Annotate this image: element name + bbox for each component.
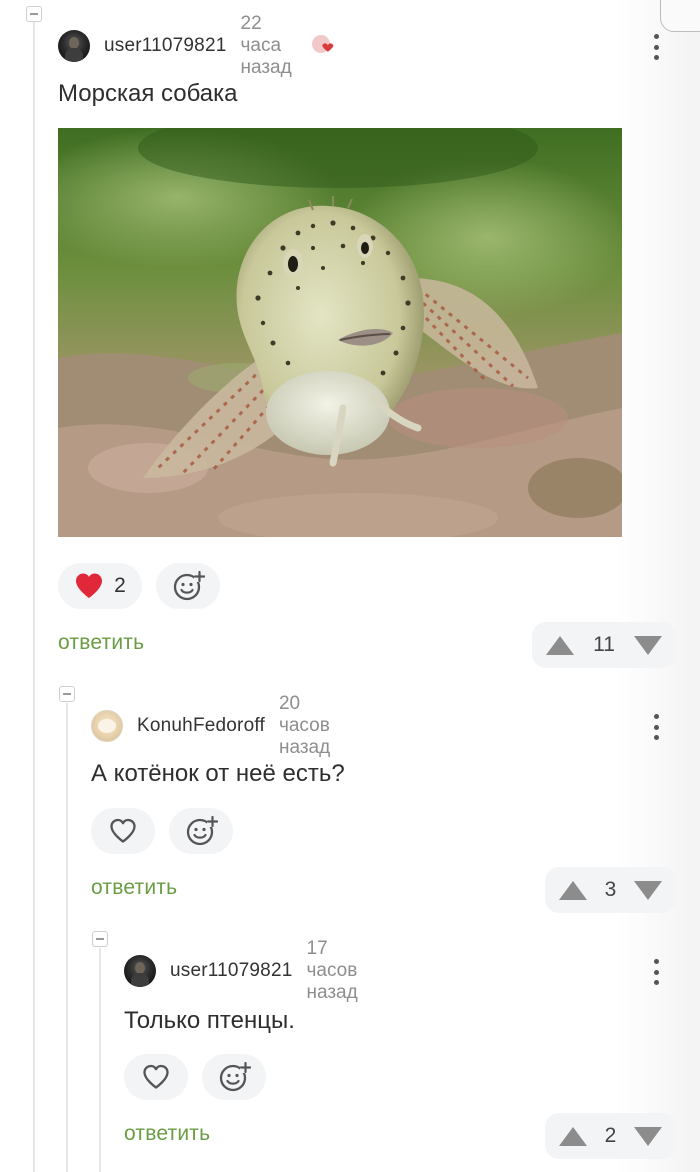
timestamp: 20 часов назад: [278, 693, 331, 758]
add-reaction-icon: [217, 1060, 252, 1094]
thread-line-level2[interactable]: [99, 948, 101, 1172]
comment-text: Только птенцы.: [124, 1007, 295, 1034]
downvote-icon[interactable]: [634, 880, 662, 900]
username[interactable]: KonuhFedoroff: [137, 715, 265, 737]
heart-badge-icon: [310, 32, 338, 60]
upvote-icon[interactable]: [559, 1126, 587, 1146]
vote-widget: 2: [545, 1113, 676, 1159]
add-reaction-button[interactable]: [202, 1054, 266, 1100]
downvote-icon[interactable]: [634, 635, 662, 655]
like-button[interactable]: [91, 808, 155, 854]
thread-line-root[interactable]: [33, 22, 35, 1172]
more-icon[interactable]: [653, 34, 659, 60]
username[interactable]: user11079821: [170, 960, 293, 982]
username[interactable]: user11079821: [104, 35, 227, 57]
comment-header: user11079821 22 часа назад: [58, 13, 338, 78]
upvote-icon[interactable]: [546, 635, 574, 655]
add-reaction-icon: [184, 814, 219, 848]
more-icon[interactable]: [653, 959, 659, 985]
heart-icon: [74, 572, 104, 600]
reply-button[interactable]: ответить: [124, 1122, 210, 1146]
add-reaction-button[interactable]: [156, 563, 220, 609]
score: 2: [604, 1124, 617, 1147]
score: 11: [593, 633, 615, 656]
reply-button[interactable]: ответить: [91, 876, 177, 900]
reply-button[interactable]: ответить: [58, 631, 144, 655]
vote-widget: 11: [532, 622, 676, 668]
window-corner: [660, 0, 700, 32]
avatar[interactable]: [124, 955, 156, 987]
heart-outline-icon: [108, 817, 138, 845]
comment-text: Морская собака: [58, 80, 238, 107]
avatar[interactable]: [58, 30, 90, 62]
timestamp: 17 часов назад: [306, 938, 358, 1003]
more-icon[interactable]: [653, 714, 659, 740]
like-count: 2: [114, 574, 126, 597]
timestamp: 22 часа назад: [240, 13, 292, 78]
comment-header: user11079821 17 часов назад: [124, 938, 358, 1003]
heart-outline-icon: [141, 1063, 171, 1091]
add-reaction-button[interactable]: [169, 808, 233, 854]
collapse-icon[interactable]: [59, 686, 75, 702]
upvote-icon[interactable]: [559, 880, 587, 900]
thread-line-level1[interactable]: [66, 703, 68, 1172]
score: 3: [604, 878, 617, 901]
downvote-icon[interactable]: [634, 1126, 662, 1146]
collapse-icon[interactable]: [92, 931, 108, 947]
vote-widget: 3: [545, 867, 676, 913]
like-button[interactable]: [124, 1054, 188, 1100]
avatar[interactable]: [91, 710, 123, 742]
comments-page: user11079821 22 часа назад Морская собак…: [0, 0, 700, 1172]
collapse-icon[interactable]: [26, 6, 42, 22]
fish-photo[interactable]: [58, 128, 622, 537]
comment-text: А котёнок от неё есть?: [91, 760, 345, 787]
add-reaction-icon: [171, 569, 206, 603]
comment-header: KonuhFedoroff 20 часов назад: [91, 693, 330, 758]
like-button[interactable]: 2: [58, 563, 142, 609]
